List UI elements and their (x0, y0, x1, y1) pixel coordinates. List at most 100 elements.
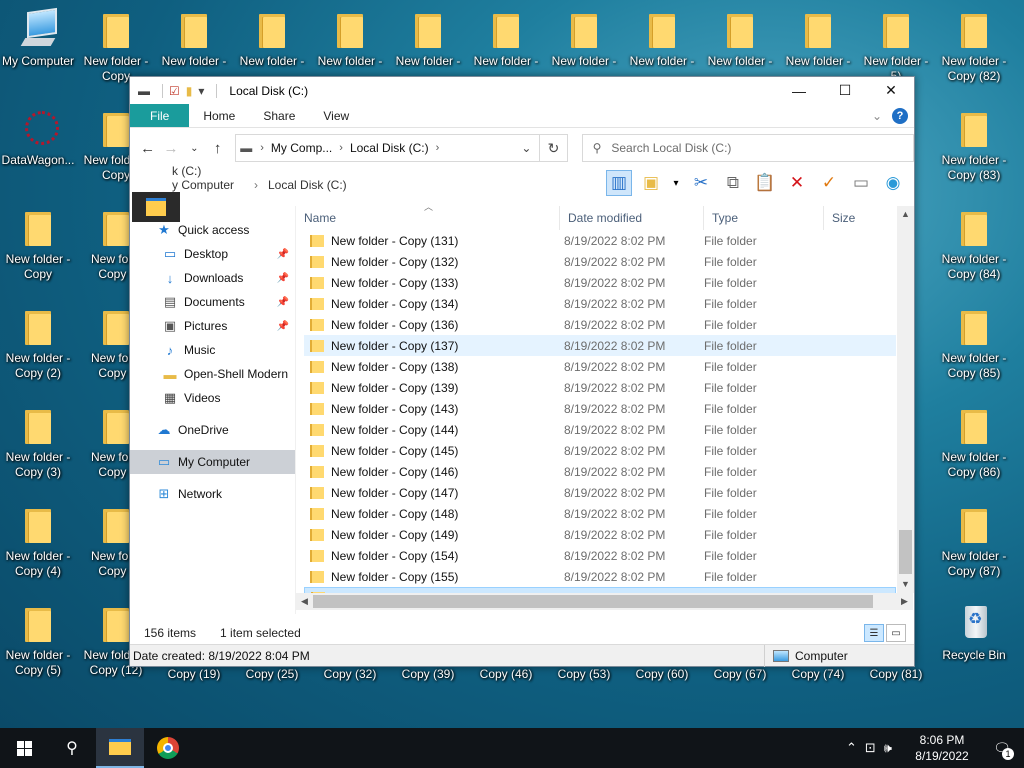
desktop-folder-item[interactable]: Copy (53) (546, 667, 622, 682)
scroll-up-icon[interactable]: ▲ (897, 206, 914, 223)
tab-share[interactable]: Share (249, 104, 309, 127)
chevron-right-icon[interactable]: › (339, 142, 343, 154)
table-row[interactable]: New folder - Copy (133) 8/19/2022 8:02 PM… (304, 272, 896, 293)
desktop-folder-item[interactable]: New folder - Copy (82) (936, 8, 1012, 84)
desktop-folder-item[interactable]: New folder - (624, 8, 700, 69)
column-date-modified[interactable]: Date modified (560, 206, 704, 230)
column-type[interactable]: Type (704, 206, 824, 230)
up-icon[interactable]: ↑ (206, 140, 229, 157)
refresh-button[interactable]: ↻ (540, 134, 568, 162)
table-row[interactable]: New folder - Copy (131) 8/19/2022 8:02 PM… (304, 230, 896, 251)
horizontal-scrollbar[interactable]: ◀ ▶ (296, 593, 913, 610)
desktop-folder-item[interactable]: Copy (25) (234, 667, 310, 682)
table-row[interactable]: New folder - Copy (148) 8/19/2022 8:02 PM… (304, 503, 896, 524)
volume-icon[interactable]: 🕪 (884, 740, 892, 756)
sidebar-item-open-shell-modern[interactable]: ▬ Open-Shell Modern (130, 362, 295, 386)
sidebar-item-onedrive[interactable]: ☁ OneDrive (130, 418, 295, 442)
minimize-button[interactable]: — (776, 77, 822, 104)
network-icon[interactable]: ⊡ (865, 740, 876, 756)
sidebar-item-pictures[interactable]: ▣ Pictures 📌 (130, 314, 295, 338)
scrollbar-thumb[interactable] (899, 530, 912, 574)
desktop-folder-item[interactable]: New folder - Copy (3) (0, 404, 76, 480)
chevron-down-icon[interactable]: ⌄ (513, 141, 539, 155)
breadcrumb-my-computer[interactable]: My Comp... (271, 141, 332, 155)
recycle-bin-desktop-icon[interactable]: Recycle Bin (936, 602, 1012, 663)
table-row[interactable]: New folder - Copy (146) 8/19/2022 8:02 PM… (304, 461, 896, 482)
table-row[interactable]: New folder - Copy (155) 8/19/2022 8:02 PM… (304, 566, 896, 587)
tab-home[interactable]: Home (189, 104, 249, 127)
search-icon[interactable]: ⚲ (48, 728, 96, 768)
desktop-folder-item[interactable]: New folder - (390, 8, 466, 69)
desktop-folder-item[interactable]: New folder - Copy (78, 8, 154, 84)
desktop-folder-item[interactable]: New folder - Copy (84) (936, 206, 1012, 282)
desktop-folder-item[interactable]: New folder - (312, 8, 388, 69)
desktop-folder-item[interactable]: New folder - Copy (0, 206, 76, 282)
desktop-folder-item[interactable]: New folder - Copy (83) (936, 107, 1012, 183)
sidebar-item-music[interactable]: ♪ Music (130, 338, 295, 362)
sidebar-item-network[interactable]: ⊞ Network (130, 482, 295, 506)
navigation-pane-icon[interactable]: ▥ (606, 170, 632, 196)
sidebar-item-videos[interactable]: ▦ Videos (130, 386, 295, 410)
action-center-button[interactable]: 🗨 1 (980, 728, 1024, 768)
table-row[interactable]: New folder - Copy (137) 8/19/2022 8:02 PM… (304, 335, 896, 356)
desktop-folder-item[interactable]: Copy (19) (156, 667, 232, 682)
tab-file[interactable]: File (130, 104, 190, 127)
desktop-folder-item[interactable]: Copy (74) (780, 667, 856, 682)
scrollbar-thumb[interactable] (313, 595, 873, 608)
vertical-scrollbar[interactable]: ▲ ▼ (897, 206, 914, 593)
toolbar-breadcrumb-disk[interactable]: Local Disk (C:) (268, 178, 347, 192)
scroll-down-icon[interactable]: ▼ (897, 576, 914, 593)
rename-icon[interactable]: ▭ (848, 170, 874, 196)
table-row[interactable]: New folder - Copy (144) 8/19/2022 8:02 PM… (304, 419, 896, 440)
desktop-folder-item[interactable]: New folder - Copy (2) (0, 305, 76, 381)
breadcrumb-local-disk[interactable]: Local Disk (C:) (350, 141, 429, 155)
desktop-folder-item[interactable]: Copy (67) (702, 667, 778, 682)
scroll-left-icon[interactable]: ◀ (296, 596, 313, 607)
table-row[interactable]: New folder - Copy (143) 8/19/2022 8:02 PM… (304, 398, 896, 419)
title-bar[interactable]: ▬ ☑ ▮ ▾ Local Disk (C:) — ☐ ✕ (130, 77, 914, 104)
table-row[interactable]: New folder - Copy (136) 8/19/2022 8:02 PM… (304, 314, 896, 335)
delete-icon[interactable]: ✕ (784, 170, 810, 196)
expand-ribbon-icon[interactable]: ⌄ (872, 109, 882, 123)
sidebar-item-quick-access[interactable]: ★ Quick access (130, 218, 295, 242)
desktop-folder-item[interactable]: Copy (39) (390, 667, 466, 682)
column-size[interactable]: Size (824, 206, 894, 230)
desktop-folder-item[interactable]: New folder - (468, 8, 544, 69)
my-computer-desktop-icon[interactable]: My Computer (0, 8, 76, 69)
table-row[interactable]: New folder - Copy (154) 8/19/2022 8:02 PM… (304, 545, 896, 566)
properties-check-icon[interactable]: ✓ (816, 170, 842, 196)
desktop-folder-item[interactable]: New folder - Copy (87) (936, 503, 1012, 579)
table-row[interactable]: New folder - Copy (132) 8/19/2022 8:02 PM… (304, 251, 896, 272)
sidebar-item-downloads[interactable]: ↓ Downloads 📌 (130, 266, 295, 290)
desktop-folder-item[interactable]: Copy (46) (468, 667, 544, 682)
sidebar-item-documents[interactable]: ▤ Documents 📌 (130, 290, 295, 314)
scroll-right-icon[interactable]: ▶ (896, 596, 913, 607)
back-icon[interactable]: ← (136, 140, 159, 157)
desktop-folder-item[interactable]: New folder - 5) (858, 8, 934, 84)
desktop-folder-item[interactable]: Copy (32) (312, 667, 388, 682)
paste-icon[interactable]: 📋 (752, 170, 778, 196)
details-view-icon[interactable]: ☰ (864, 624, 884, 642)
table-row[interactable]: New folder - Copy (134) 8/19/2022 8:02 PM… (304, 293, 896, 314)
sidebar-item-desktop[interactable]: ▭ Desktop 📌 (130, 242, 295, 266)
show-hidden-icons-icon[interactable]: ⌃ (846, 740, 857, 756)
desktop-folder-item[interactable]: DataWagon... (0, 107, 76, 168)
desktop-folder-item[interactable]: New folder - (546, 8, 622, 69)
toolbar-breadcrumb-computer[interactable]: y Computer (172, 178, 234, 192)
customize-quick-access-icon[interactable]: ▾ (198, 84, 204, 98)
chevron-down-icon[interactable]: ▾ (670, 170, 682, 196)
internet-options-icon[interactable]: ◉ (880, 170, 906, 196)
chevron-right-icon[interactable]: › (436, 142, 440, 154)
help-icon[interactable]: ? (892, 107, 908, 124)
table-row[interactable]: New folder - Copy (139) 8/19/2022 8:02 PM… (304, 377, 896, 398)
desktop-folder-item[interactable]: New folder - Copy (4) (0, 503, 76, 579)
recent-locations-icon[interactable]: ⌄ (183, 143, 206, 154)
desktop-folder-item[interactable]: New folder - (702, 8, 778, 69)
close-button[interactable]: ✕ (868, 77, 914, 104)
copy-icon[interactable]: ⧉ (720, 170, 746, 196)
tab-view[interactable]: View (309, 104, 363, 127)
large-icons-view-icon[interactable]: ▭ (886, 624, 906, 642)
table-row[interactable]: New folder - Copy (149) 8/19/2022 8:02 PM… (304, 524, 896, 545)
start-button[interactable] (0, 728, 48, 768)
forward-icon[interactable]: → (159, 140, 182, 157)
